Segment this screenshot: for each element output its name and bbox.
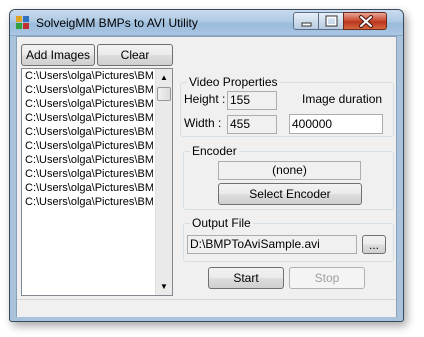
add-images-button[interactable]: Add Images — [21, 44, 95, 66]
width-label: Width : — [184, 116, 222, 130]
height-label: Height : — [184, 92, 226, 106]
browse-output-button[interactable]: ... — [362, 235, 386, 254]
status-bar — [17, 299, 396, 317]
video-properties-group: Video Properties Height : 155 Width : 45… — [180, 75, 394, 137]
list-item[interactable]: C:\Users\olga\Pictures\BMP — [22, 167, 153, 181]
encoder-title: Encoder — [190, 144, 239, 158]
window-title: SolveigMM BMPs to AVI Utility — [36, 16, 198, 30]
minimize-button[interactable] — [293, 12, 319, 30]
output-file-group: Output File D:\BMPToAviSample.avi ... — [183, 216, 394, 262]
current-encoder: (none) — [218, 161, 361, 180]
list-item[interactable]: C:\Users\olga\Pictures\BMP — [22, 153, 153, 167]
list-item[interactable]: C:\Users\olga\Pictures\BMP — [22, 139, 153, 153]
list-item[interactable]: C:\Users\olga\Pictures\BMP — [22, 181, 153, 195]
close-button[interactable] — [343, 12, 387, 30]
scroll-thumb[interactable] — [157, 87, 171, 101]
image-file-list[interactable]: C:\Users\olga\Pictures\BMP C:\Users\olga\… — [21, 68, 173, 296]
list-item[interactable]: C:\Users\olga\Pictures\BMP — [22, 195, 153, 209]
output-file-title: Output File — [190, 216, 253, 230]
maximize-button[interactable] — [318, 12, 344, 30]
app-icon — [16, 16, 30, 30]
title-bar[interactable]: SolveigMM BMPs to AVI Utility — [10, 10, 403, 36]
client-area: Add Images Clear C:\Users\olga\Pictures\… — [16, 36, 397, 317]
maximize-icon — [325, 15, 338, 27]
scroll-down-icon[interactable]: ▼ — [156, 278, 172, 295]
output-path: D:\BMPToAviSample.avi — [187, 235, 357, 254]
start-button[interactable]: Start — [208, 267, 284, 289]
select-encoder-button[interactable]: Select Encoder — [218, 183, 362, 205]
encoder-group: Encoder (none) Select Encoder — [183, 144, 394, 210]
list-item[interactable]: C:\Users\olga\Pictures\BMP — [22, 69, 153, 83]
stop-button: Stop — [289, 267, 365, 289]
list-scrollbar[interactable]: ▲ ▼ — [155, 69, 172, 295]
image-duration-input[interactable]: 400000 — [289, 114, 383, 134]
close-icon — [359, 15, 373, 28]
image-duration-label: Image duration — [302, 92, 383, 106]
list-item[interactable]: C:\Users\olga\Pictures\BMP — [22, 97, 153, 111]
video-properties-title: Video Properties — [187, 75, 280, 89]
list-item[interactable]: C:\Users\olga\Pictures\BMP — [22, 83, 153, 97]
app-window: SolveigMM BMPs to AVI Utility Add Images… — [9, 9, 404, 322]
minimize-icon — [301, 22, 312, 27]
list-item[interactable]: C:\Users\olga\Pictures\BMP — [22, 111, 153, 125]
list-item[interactable]: C:\Users\olga\Pictures\BMP — [22, 125, 153, 139]
height-value: 155 — [227, 91, 277, 110]
scroll-up-icon[interactable]: ▲ — [156, 69, 172, 86]
clear-button[interactable]: Clear — [97, 44, 173, 66]
width-value: 455 — [227, 115, 277, 134]
